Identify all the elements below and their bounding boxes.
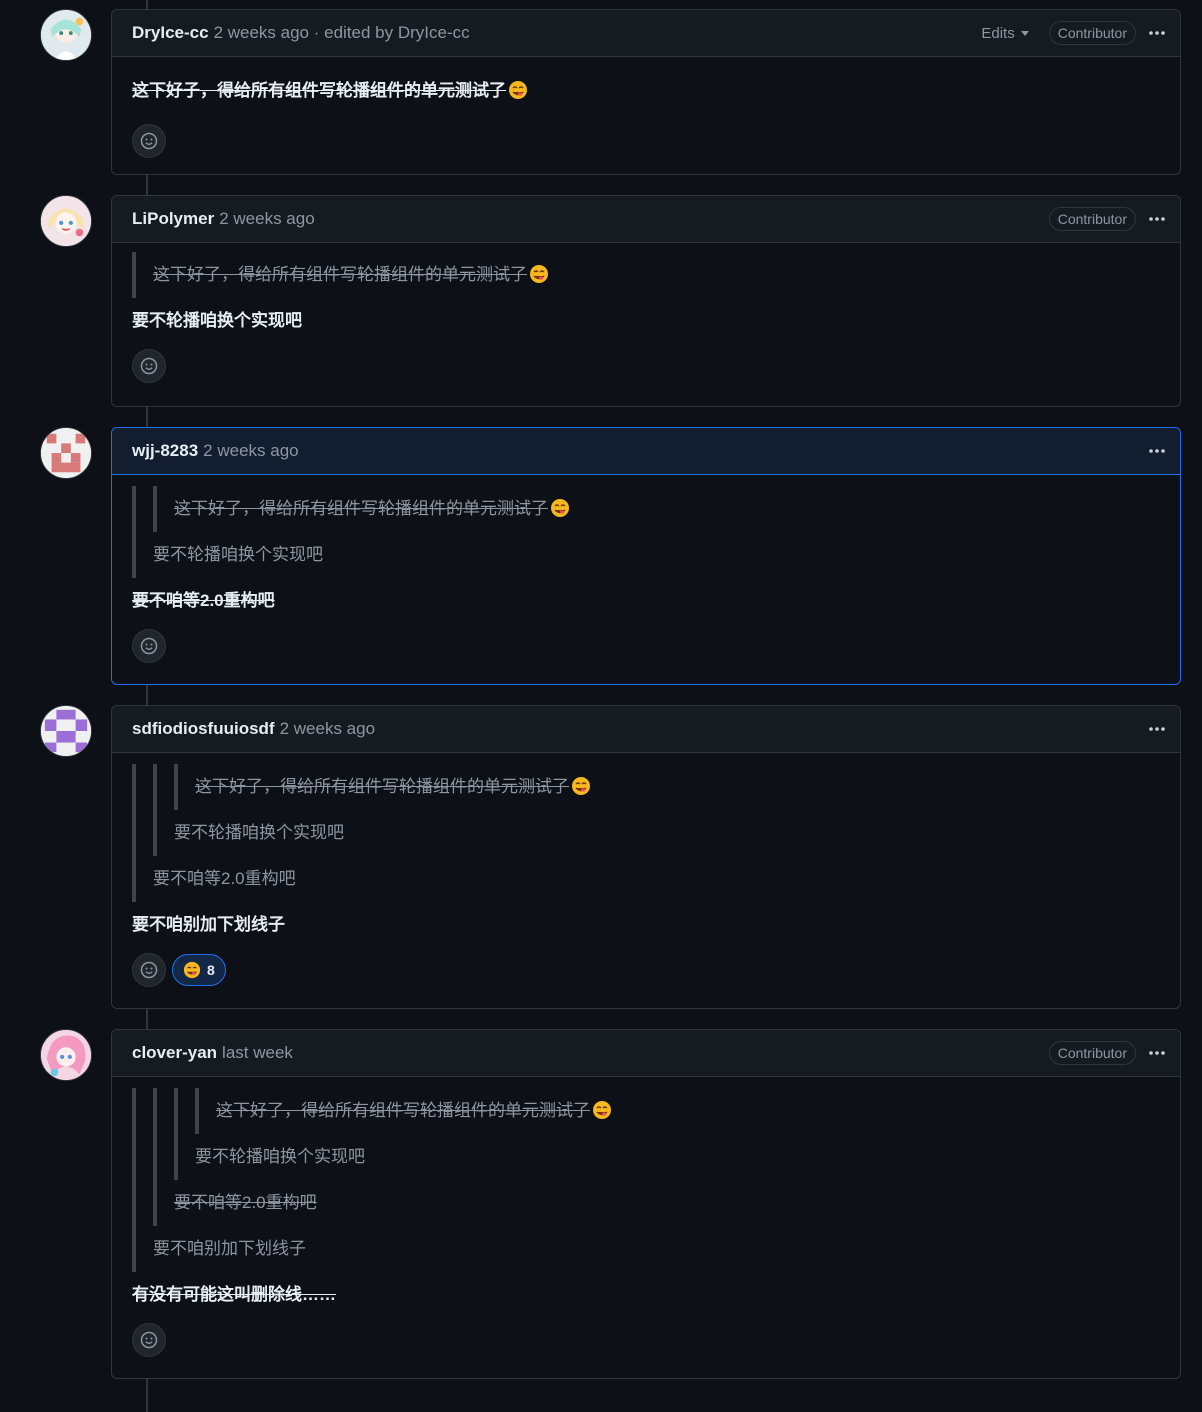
edits-dropdown[interactable]: Edits [981, 24, 1029, 42]
blockquote: 这下好了，得给所有组件写轮播组件的单元测试了 要不轮播咱换个实现吧 [132, 486, 1160, 578]
reaction-count: 8 [207, 962, 215, 978]
nested-blockquote: 这下好了，得给所有组件写轮播组件的单元测试了 要不轮播咱换个实现吧 [174, 1088, 1160, 1180]
avatar-lipolymer[interactable] [40, 195, 92, 247]
add-reaction-button[interactable] [132, 349, 166, 383]
quote-text: 这下好了，得给所有组件写轮播组件的单元测试了 [153, 265, 527, 284]
comment-box: sdfiodiosfuuiosdf 2 weeks ago 这下好了，得给所有组… [111, 705, 1181, 1009]
quote-line: 这下好了，得给所有组件写轮播组件的单元测试了 [195, 764, 1160, 810]
quote-line: 这下好了，得给所有组件写轮播组件的单元测试了 [216, 1088, 1160, 1134]
blockquote: 这下好了，得给所有组件写轮播组件的单元测试了 [132, 252, 1160, 298]
kebab-horizontal-icon[interactable] [1146, 718, 1168, 740]
avatar-dryice-cc[interactable] [40, 9, 92, 61]
quote-line: 要不轮播咱换个实现吧 [153, 545, 323, 564]
smiley-icon [140, 1331, 158, 1349]
add-reaction-button[interactable] [132, 953, 166, 987]
kebab-horizontal-icon[interactable] [1146, 22, 1168, 44]
smiley-icon [140, 132, 158, 150]
comment-header: clover-yan last week Contributor [112, 1030, 1180, 1077]
author-name[interactable]: clover-yan [132, 1043, 217, 1063]
smiley-icon [140, 961, 158, 979]
nested-blockquote: 这下好了，得给所有组件写轮播组件的单元测试了 [195, 1088, 1160, 1134]
quote-line: 要不咱等2.0重构吧 [153, 869, 296, 888]
quote-text: 这下好了，得给所有组件写轮播组件的单元测试了 [174, 499, 548, 518]
reaction-pill[interactable]: 8 [172, 954, 226, 986]
author-name[interactable]: sdfiodiosfuuiosdf [132, 719, 275, 739]
add-reaction-button[interactable] [132, 629, 166, 663]
quote-line: 这下好了，得给所有组件写轮播组件的单元测试了 [153, 252, 1160, 298]
kebab-horizontal-icon[interactable] [1146, 1042, 1168, 1064]
smiley-icon [140, 357, 158, 375]
kebab-horizontal-icon[interactable] [1146, 208, 1168, 230]
add-reaction-button[interactable] [132, 124, 166, 158]
comment-text: 这下好子，得给所有组件写轮播组件的单元测试了 [132, 68, 1160, 114]
contributor-badge: Contributor [1048, 21, 1136, 45]
contributor-badge: Contributor [1048, 207, 1136, 231]
comment-meta[interactable]: 2 weeks ago [280, 719, 375, 739]
avatar-image [41, 428, 91, 478]
nested-blockquote: 这下好了，得给所有组件写轮播组件的单元测试了 [174, 764, 1160, 810]
quote-line: 要不轮播咱换个实现吧 [174, 823, 344, 842]
author-name[interactable]: DryIce-cc [132, 23, 209, 43]
comment-meta[interactable]: 2 weeks ago · edited by DryIce-cc [214, 23, 470, 43]
face-savoring-food-emoji [183, 961, 201, 979]
comment-meta[interactable]: 2 weeks ago [203, 441, 298, 461]
smiley-icon [140, 637, 158, 655]
kebab-horizontal-icon[interactable] [1146, 440, 1168, 462]
quote-line: 要不咱别加下划线子 [153, 1239, 306, 1258]
comment-text-content: 这下好子，得给所有组件写轮播组件的单元测试了 [132, 81, 506, 100]
blockquote: 这下好了，得给所有组件写轮播组件的单元测试了 要不轮播咱换个实现吧 要不咱等2.… [132, 764, 1160, 902]
comment-header: LiPolymer 2 weeks ago Contributor [112, 196, 1180, 243]
quote-line: 要不咱等2.0重构吧 [174, 1193, 317, 1212]
avatar-sdfiodiosfuuiosdf[interactable] [40, 705, 92, 757]
comment-text: 要不咱别加下划线子 [132, 915, 285, 934]
face-savoring-food-emoji [509, 81, 527, 99]
comment-header: sdfiodiosfuuiosdf 2 weeks ago [112, 706, 1180, 753]
nested-blockquote: 这下好了，得给所有组件写轮播组件的单元测试了 要不轮播咱换个实现吧 要不咱等2.… [153, 1088, 1160, 1226]
comment-box: DryIce-cc 2 weeks ago · edited by DryIce… [111, 9, 1181, 175]
face-savoring-food-emoji [572, 777, 590, 795]
avatar-image [41, 196, 91, 246]
face-savoring-food-emoji [593, 1101, 611, 1119]
nested-blockquote: 这下好了，得给所有组件写轮播组件的单元测试了 要不轮播咱换个实现吧 [153, 764, 1160, 856]
comment-box: clover-yan last week Contributor 这下好了，得给… [111, 1029, 1181, 1379]
edits-label: Edits [981, 24, 1015, 42]
face-savoring-food-emoji [551, 499, 569, 517]
face-savoring-food-emoji [530, 265, 548, 283]
avatar-wjj-8283[interactable] [40, 427, 92, 479]
avatar-clover-yan[interactable] [40, 1029, 92, 1081]
avatar-image [41, 10, 91, 60]
author-name[interactable]: wjj-8283 [132, 441, 198, 461]
comment-box: LiPolymer 2 weeks ago Contributor 这下好了，得… [111, 195, 1181, 407]
contributor-badge: Contributor [1048, 1041, 1136, 1065]
add-reaction-button[interactable] [132, 1323, 166, 1357]
avatar-image [41, 1030, 91, 1080]
comment-text: 要不咱等2.0重构吧 [132, 591, 275, 610]
quote-line: 要不轮播咱换个实现吧 [195, 1147, 365, 1166]
comment-text: 有没有可能这叫删除线…… [132, 1285, 336, 1304]
author-name[interactable]: LiPolymer [132, 209, 214, 229]
comment-meta[interactable]: 2 weeks ago [219, 209, 314, 229]
comment-header: wjj-8283 2 weeks ago [112, 428, 1180, 475]
avatar-image [41, 706, 91, 756]
quote-line: 这下好了，得给所有组件写轮播组件的单元测试了 [174, 486, 1160, 532]
caret-down-icon [1020, 30, 1029, 36]
nested-blockquote: 这下好了，得给所有组件写轮播组件的单元测试了 [153, 486, 1160, 532]
comment-meta[interactable]: last week [222, 1043, 293, 1063]
comment-box: wjj-8283 2 weeks ago 这下好了，得给所有组件写轮播组件的单元… [111, 427, 1181, 685]
quote-text: 这下好了，得给所有组件写轮播组件的单元测试了 [216, 1101, 590, 1120]
blockquote: 这下好了，得给所有组件写轮播组件的单元测试了 要不轮播咱换个实现吧 要不咱等2.… [132, 1088, 1160, 1272]
quote-text: 这下好了，得给所有组件写轮播组件的单元测试了 [195, 777, 569, 796]
comment-text: 要不轮播咱换个实现吧 [132, 311, 302, 330]
comment-header: DryIce-cc 2 weeks ago · edited by DryIce… [112, 10, 1180, 57]
